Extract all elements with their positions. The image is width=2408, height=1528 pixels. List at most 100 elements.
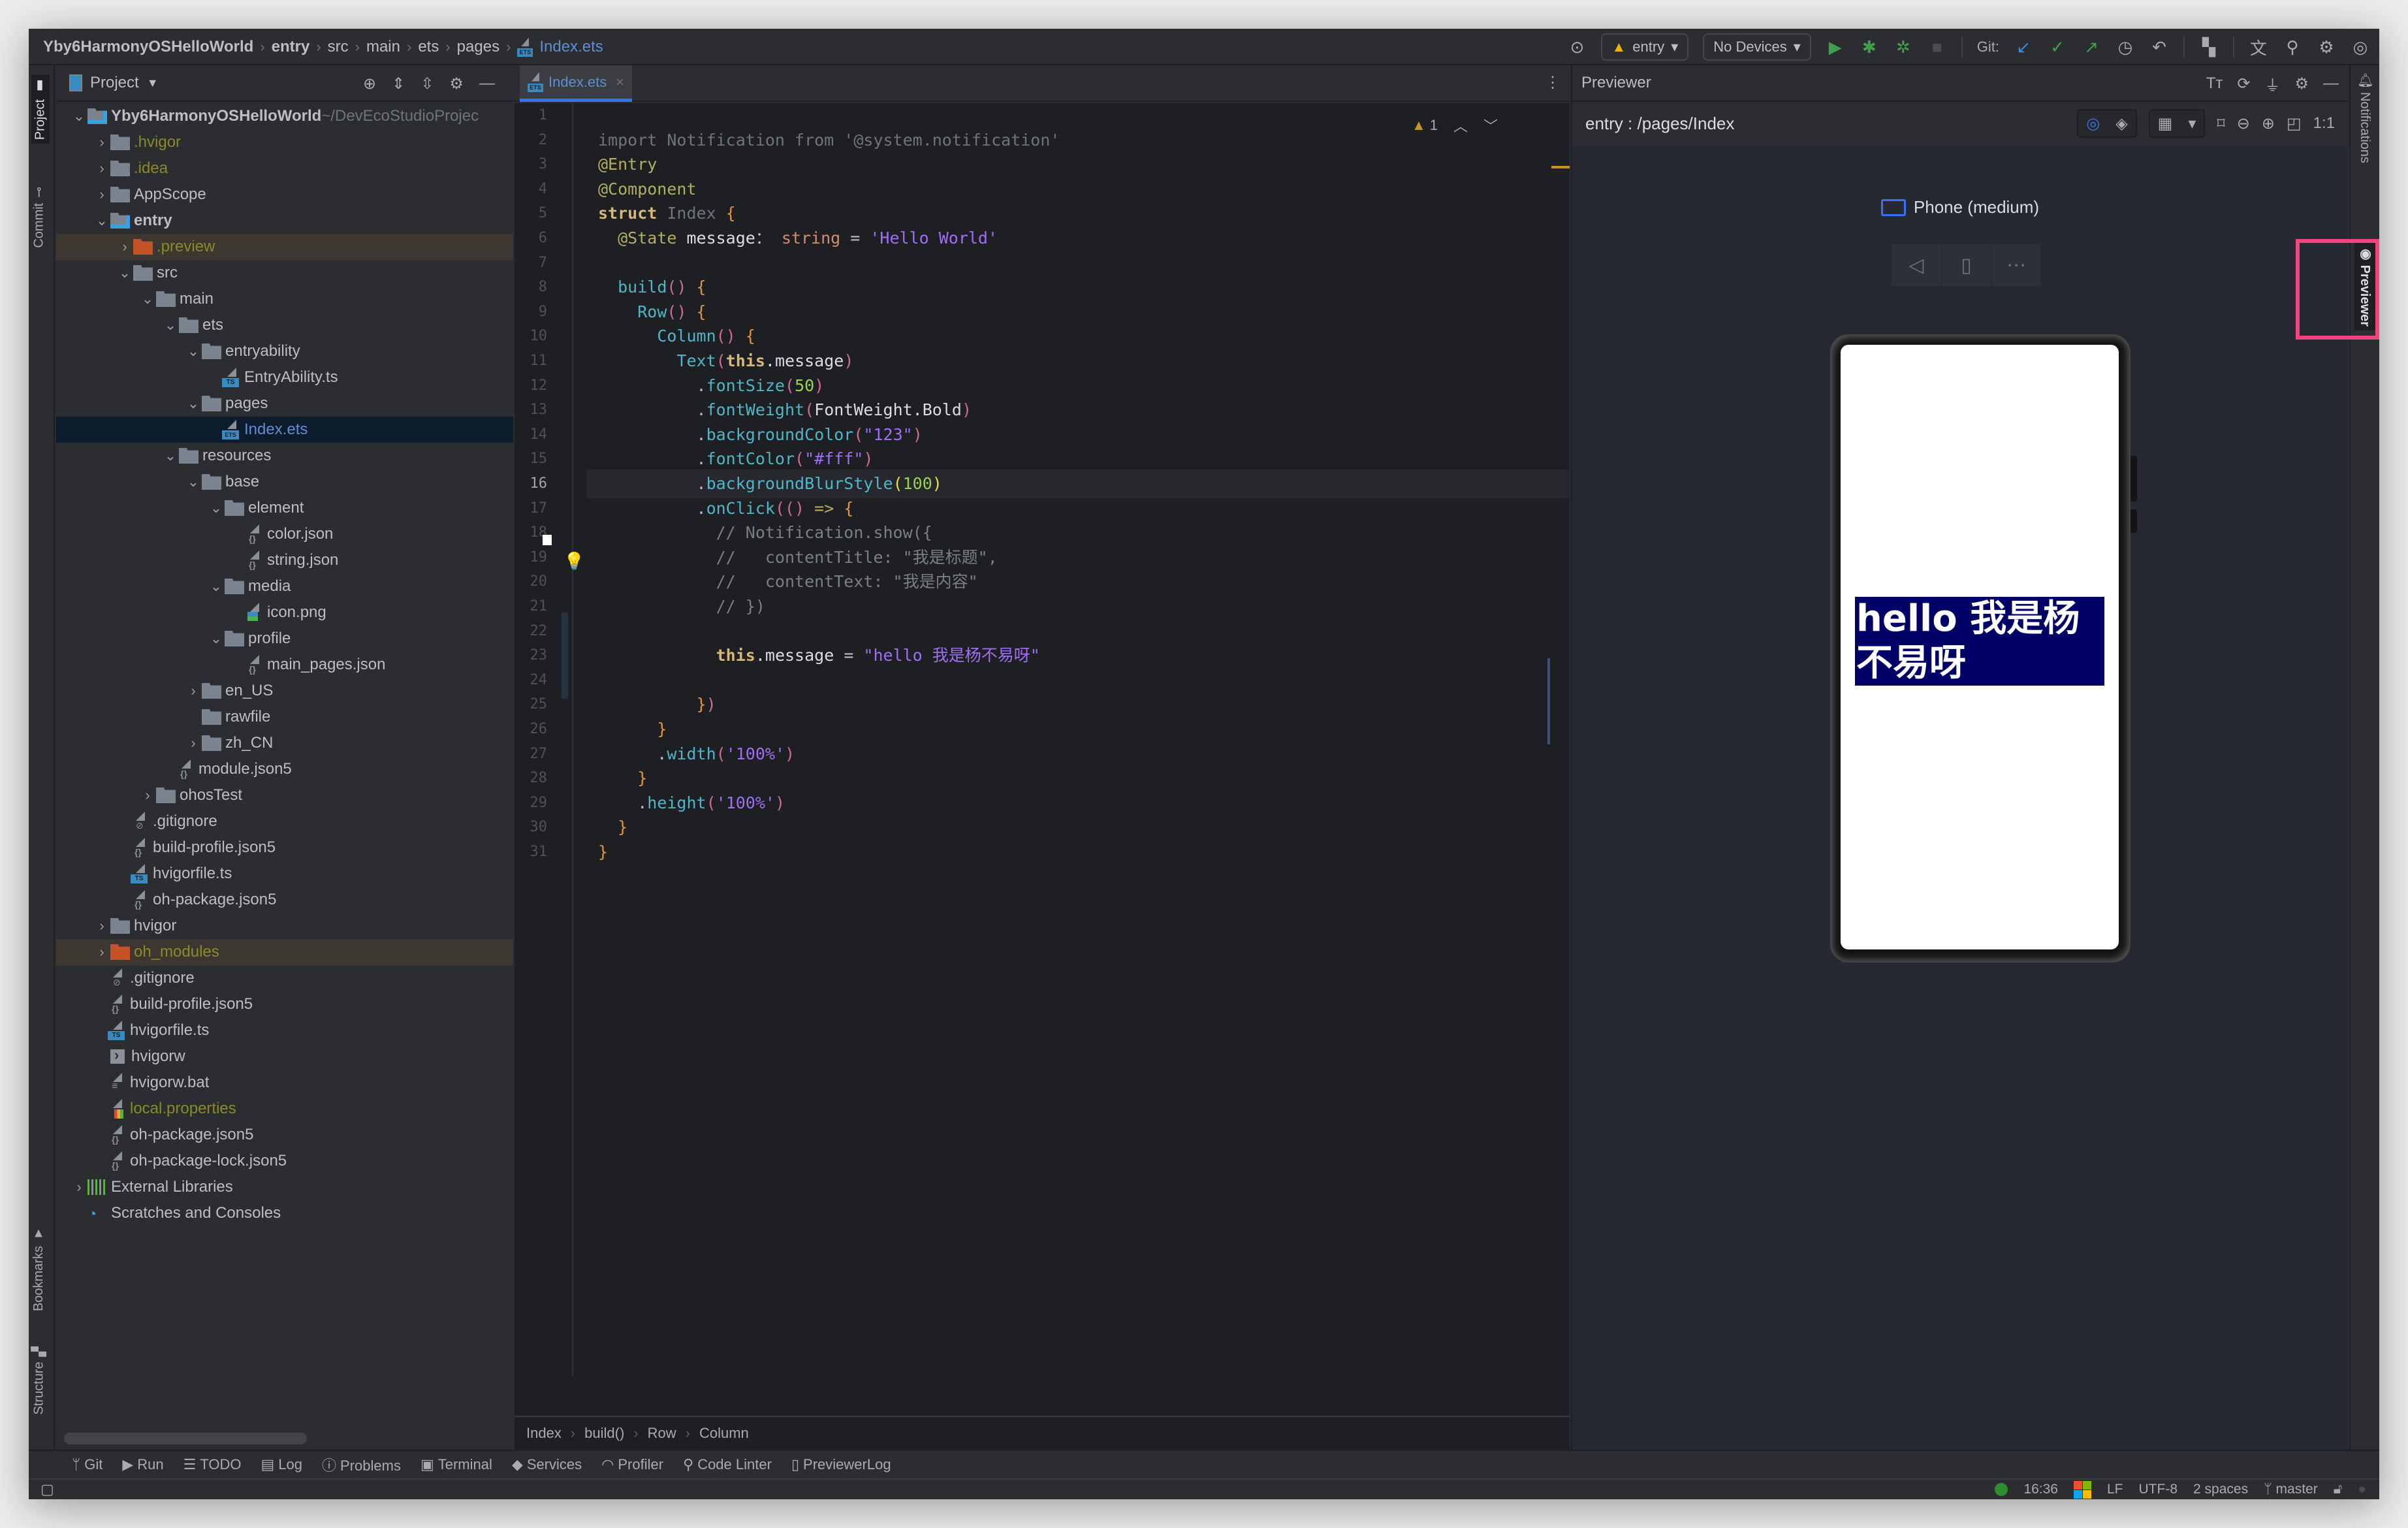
next-highlight-icon[interactable]: ﹀: [1483, 115, 1498, 136]
account-icon[interactable]: ◎: [2351, 37, 2370, 57]
crumb-src[interactable]: src: [328, 38, 349, 56]
hide-panel-icon[interactable]: —: [2323, 74, 2339, 93]
rotate-button[interactable]: ▯: [1942, 244, 1992, 286]
tree-item[interactable]: module.json5: [56, 756, 513, 782]
tree-item[interactable]: local.properties: [56, 1096, 513, 1122]
tree-item[interactable]: ⌄ profile: [56, 626, 513, 652]
chevron-right-icon[interactable]: ›: [93, 186, 110, 203]
tree-item[interactable]: main_pages.json: [56, 652, 513, 678]
crumb-column[interactable]: Column: [699, 1425, 749, 1442]
tree-item[interactable]: .gitignore: [56, 808, 513, 835]
gear-icon[interactable]: ⚙: [449, 74, 464, 93]
history-icon[interactable]: ◷: [2115, 37, 2135, 57]
chevron-down-icon[interactable]: ⌄: [208, 630, 225, 647]
tree-item[interactable]: ⌄ media: [56, 573, 513, 599]
fit-screen-icon[interactable]: ⌑: [2217, 114, 2225, 133]
tool-terminal[interactable]: ▣ Terminal: [420, 1456, 492, 1473]
crumb-pages[interactable]: pages: [457, 38, 499, 56]
tree-item[interactable]: .gitignore: [56, 965, 513, 991]
code-line[interactable]: import Notification from '@system.notifi…: [598, 126, 1060, 155]
more-button[interactable]: ⋯: [1991, 244, 2042, 286]
tree-item[interactable]: ⌄ src: [56, 260, 513, 286]
tree-item[interactable]: EntryAbility.ts: [56, 364, 513, 390]
chevron-right-icon[interactable]: ›: [93, 160, 110, 177]
font-size-icon[interactable]: Tт: [2206, 74, 2223, 93]
close-tab-icon[interactable]: ×: [616, 74, 624, 91]
status-indicator-icon[interactable]: [1995, 1483, 2008, 1496]
run-icon[interactable]: ▶: [1826, 37, 1845, 57]
git-branch-widget[interactable]: ᛘ master: [2264, 1482, 2318, 1497]
file-encoding[interactable]: UTF-8: [2139, 1482, 2178, 1497]
tree-item[interactable]: string.json: [56, 547, 513, 573]
tree-item[interactable]: ◔ Scratches and Consoles: [56, 1200, 513, 1226]
zoom-in-icon[interactable]: ⊕: [2262, 114, 2275, 133]
git-push-icon[interactable]: ↗: [2082, 37, 2101, 57]
code-line[interactable]: this.message = "hello 我是杨不易呀": [598, 641, 1040, 670]
tree-item[interactable]: rawfile: [56, 704, 513, 730]
target-icon[interactable]: ⊙: [1567, 37, 1587, 57]
tool-run[interactable]: ▶ Run: [122, 1456, 163, 1473]
chevron-down-icon[interactable]: ⌄: [93, 212, 110, 229]
chevron-down-icon[interactable]: ⌄: [116, 264, 133, 281]
debug-icon[interactable]: ✱: [1860, 37, 1879, 57]
hide-panel-icon[interactable]: —: [479, 74, 495, 93]
chevron-right-icon[interactable]: ›: [93, 134, 110, 151]
commit-tool-tab[interactable]: Commit ⊸: [31, 187, 47, 248]
translate-icon[interactable]: 文: [2249, 37, 2268, 58]
tool-code-linter[interactable]: ⚲ Code Linter: [683, 1456, 772, 1473]
chevron-right-icon[interactable]: ›: [185, 735, 202, 752]
locate-file-icon[interactable]: ⊕: [363, 74, 376, 93]
chevron-right-icon[interactable]: ›: [139, 787, 156, 804]
tab-index-ets[interactable]: Index.ets ×: [520, 65, 632, 102]
tree-item[interactable]: › AppScope: [56, 182, 513, 208]
chevron-down-icon[interactable]: ⌄: [71, 108, 87, 125]
tree-item[interactable]: color.json: [56, 521, 513, 547]
back-button[interactable]: ◁: [1892, 244, 1942, 286]
tool-services[interactable]: ◆ Services: [512, 1456, 582, 1473]
device-selector[interactable]: No Devices ▾: [1703, 33, 1811, 61]
tree-item[interactable]: hvigorw.bat: [56, 1070, 513, 1096]
chevron-down-icon[interactable]: ⌄: [139, 291, 156, 308]
layers-icon[interactable]: ◈: [2108, 114, 2135, 133]
multi-device-toggle[interactable]: ▦ ▾: [2148, 109, 2206, 138]
tool-problems[interactable]: ⓘ Problems: [322, 1454, 401, 1475]
project-tool-tab[interactable]: Project ▮: [31, 74, 50, 144]
tree-item[interactable]: icon.png: [56, 599, 513, 626]
tree-item[interactable]: › hvigor: [56, 913, 513, 939]
code-content[interactable]: import Notification from '@system.notifi…: [598, 103, 1564, 1377]
chevron-down-icon[interactable]: ▼: [147, 76, 159, 90]
project-structure-icon[interactable]: ▚: [2199, 37, 2219, 57]
tree-item[interactable]: › zh_CN: [56, 730, 513, 756]
tree-item[interactable]: hvigorfile.ts: [56, 1017, 513, 1043]
actual-size-button[interactable]: 1:1: [2313, 114, 2335, 133]
crumb-ets[interactable]: ets: [418, 38, 439, 56]
tree-item[interactable]: › External Libraries: [56, 1174, 513, 1200]
tree-item[interactable]: ⌄ main: [56, 286, 513, 312]
line-separator[interactable]: LF: [2107, 1482, 2123, 1497]
chevron-down-icon[interactable]: ⌄: [208, 500, 225, 517]
more-options-icon[interactable]: ⋮: [1545, 73, 1560, 92]
event-log-icon[interactable]: ●: [2358, 1482, 2366, 1497]
crumb-row[interactable]: Row: [648, 1425, 676, 1442]
horizontal-scrollbar[interactable]: [64, 1433, 307, 1444]
tree-item[interactable]: oh-package.json5: [56, 887, 513, 913]
chevron-down-icon[interactable]: ⌄: [185, 473, 202, 490]
preview-text[interactable]: hello 我是杨不易呀: [1855, 597, 2104, 686]
crumb-project[interactable]: Yby6HarmonyOSHelloWorld: [43, 38, 253, 56]
tool-log[interactable]: ▤ Log: [261, 1456, 303, 1473]
crumb-index[interactable]: Index: [526, 1425, 562, 1442]
tree-item[interactable]: ⌄ resources: [56, 443, 513, 469]
chevron-right-icon[interactable]: ›: [93, 917, 110, 934]
tree-item[interactable]: ⌄ base: [56, 469, 513, 495]
tree-item[interactable]: ⌄ element: [56, 495, 513, 521]
tree-item[interactable]: › .preview: [56, 234, 513, 260]
indent-setting[interactable]: 2 spaces: [2193, 1482, 2248, 1497]
previous-highlight-icon[interactable]: ︿: [1453, 115, 1468, 136]
search-icon[interactable]: ⚲: [2283, 37, 2302, 57]
inspection-widget[interactable]: ▲ 1 ︿ ﹀: [1412, 115, 1498, 136]
warning-stripe-marker[interactable]: [1551, 166, 1570, 168]
chevron-right-icon[interactable]: ›: [71, 1179, 87, 1196]
git-update-icon[interactable]: ↙: [2014, 37, 2033, 57]
attach-debugger-icon[interactable]: ✲: [1893, 37, 1913, 57]
chevron-down-icon[interactable]: ⌄: [162, 447, 179, 464]
